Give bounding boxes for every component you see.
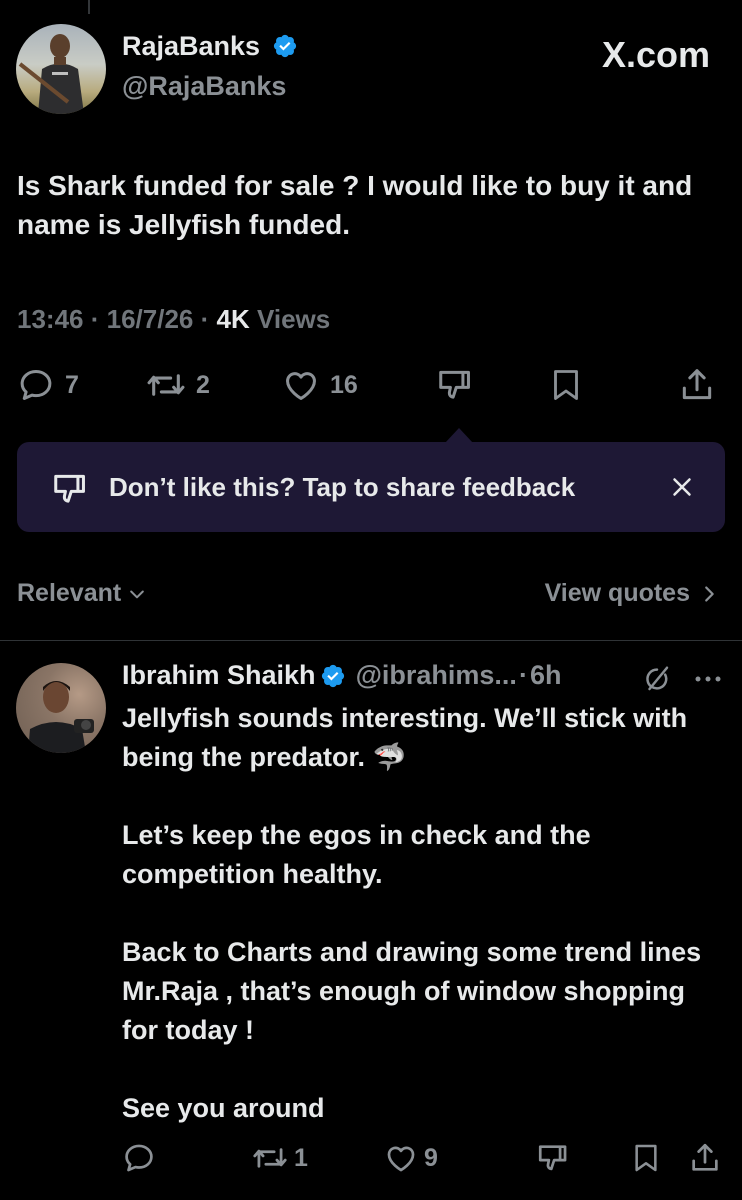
meta-separator: · xyxy=(200,304,217,334)
author-handle[interactable]: @RajaBanks xyxy=(122,71,286,102)
reply-share-button[interactable] xyxy=(688,1138,722,1178)
reply-button[interactable]: 7 xyxy=(17,362,79,408)
reply-like-button[interactable]: 9 xyxy=(384,1138,438,1178)
avatar-photo-icon xyxy=(28,681,94,753)
author-name[interactable]: RajaBanks xyxy=(122,31,298,62)
thumbs-down-icon xyxy=(439,370,470,399)
reply-author-handle[interactable]: @ibrahims... xyxy=(356,660,517,691)
verified-badge-icon xyxy=(273,34,296,58)
bookmark-icon xyxy=(554,370,578,400)
tweet-date: 16/7/26 xyxy=(106,304,194,334)
reply-paragraph-spacer xyxy=(122,777,722,816)
view-quotes-label: View quotes xyxy=(544,579,690,607)
close-icon[interactable] xyxy=(667,472,697,502)
thread-connector-line xyxy=(88,0,90,14)
meta-separator: · xyxy=(518,660,528,690)
bookmark-button[interactable] xyxy=(548,362,584,408)
reply-paragraph: Jellyfish sounds interesting. We’ll stic… xyxy=(122,703,688,772)
more-options-icon[interactable] xyxy=(694,674,722,684)
reply-reply-button[interactable] xyxy=(122,1138,156,1178)
author-avatar[interactable] xyxy=(16,24,106,114)
tweet-time: 13:46 xyxy=(17,304,84,334)
tweet-text: Is Shark funded for sale ? I would like … xyxy=(17,170,693,240)
feedback-pointer xyxy=(445,428,473,443)
chevron-down-icon xyxy=(130,590,145,598)
reply-author-name[interactable]: Ibrahim Shaikh xyxy=(122,660,316,691)
view-quotes-link[interactable]: View quotes xyxy=(545,579,718,608)
dislike-button[interactable] xyxy=(436,362,474,408)
reply-time: 6h xyxy=(529,660,562,690)
bookmark-icon xyxy=(635,1144,657,1172)
meta-separator: · xyxy=(90,304,107,334)
reply-repost-count: 1 xyxy=(294,1143,308,1172)
reply-action-bar: 1 9 xyxy=(0,1138,742,1178)
repost-icon xyxy=(253,1148,287,1168)
reply-paragraph: Back to Charts and drawing some trend li… xyxy=(122,937,702,1045)
views-count: 4K xyxy=(216,304,250,334)
like-count: 16 xyxy=(330,370,358,399)
views-label: Views xyxy=(256,304,331,334)
reply-header: Ibrahim Shaikh @ibrahims... · 6h xyxy=(122,660,561,691)
heart-icon xyxy=(286,372,316,400)
site-brand-label: X.com xyxy=(601,34,710,75)
section-divider xyxy=(0,640,742,641)
share-icon xyxy=(682,369,712,400)
reply-paragraph-spacer xyxy=(122,1050,722,1089)
reply-paragraph: Let’s keep the egos in check and the com… xyxy=(122,820,591,889)
avatar-photo-icon xyxy=(18,34,84,114)
sort-label: Relevant xyxy=(17,579,122,607)
verified-badge-icon xyxy=(321,664,344,687)
reply-repost-button[interactable]: 1 xyxy=(252,1138,308,1178)
reply-paragraph-spacer xyxy=(122,894,722,933)
reply-bookmark-button[interactable] xyxy=(630,1138,662,1178)
reply-dislike-button[interactable] xyxy=(536,1138,570,1178)
reply-sort-dropdown[interactable]: Relevant xyxy=(17,579,147,608)
repost-button[interactable]: 2 xyxy=(146,362,210,408)
repost-icon xyxy=(147,374,185,396)
reply-icon xyxy=(20,370,52,400)
share-button[interactable] xyxy=(678,362,716,408)
feedback-prompt-text: Don’t like this? Tap to share feedback xyxy=(109,472,576,502)
grok-icon[interactable] xyxy=(642,664,672,694)
reply-tools xyxy=(642,664,722,694)
repost-count: 2 xyxy=(196,370,210,399)
reply-count: 7 xyxy=(65,370,79,399)
reply-paragraph: See you around xyxy=(122,1093,325,1123)
thumbs-down-icon xyxy=(54,474,85,503)
like-button[interactable]: 16 xyxy=(282,362,358,408)
reply-author-avatar[interactable] xyxy=(16,663,106,753)
thumbs-down-icon xyxy=(538,1145,567,1171)
chevron-right-icon xyxy=(705,585,714,602)
reply-like-count: 9 xyxy=(424,1143,438,1172)
tweet-meta: 13:46 · 16/7/26 · 4K Views xyxy=(17,304,330,335)
reply-text: Jellyfish sounds interesting. We’ll stic… xyxy=(122,699,722,1128)
heart-icon xyxy=(387,1146,415,1172)
feedback-prompt[interactable]: Don’t like this? Tap to share feedback xyxy=(17,442,725,532)
share-icon xyxy=(692,1143,718,1171)
author-name-text: RajaBanks xyxy=(122,31,261,61)
reply-icon xyxy=(125,1144,153,1172)
tweet-action-bar: 7 2 16 xyxy=(0,362,742,408)
